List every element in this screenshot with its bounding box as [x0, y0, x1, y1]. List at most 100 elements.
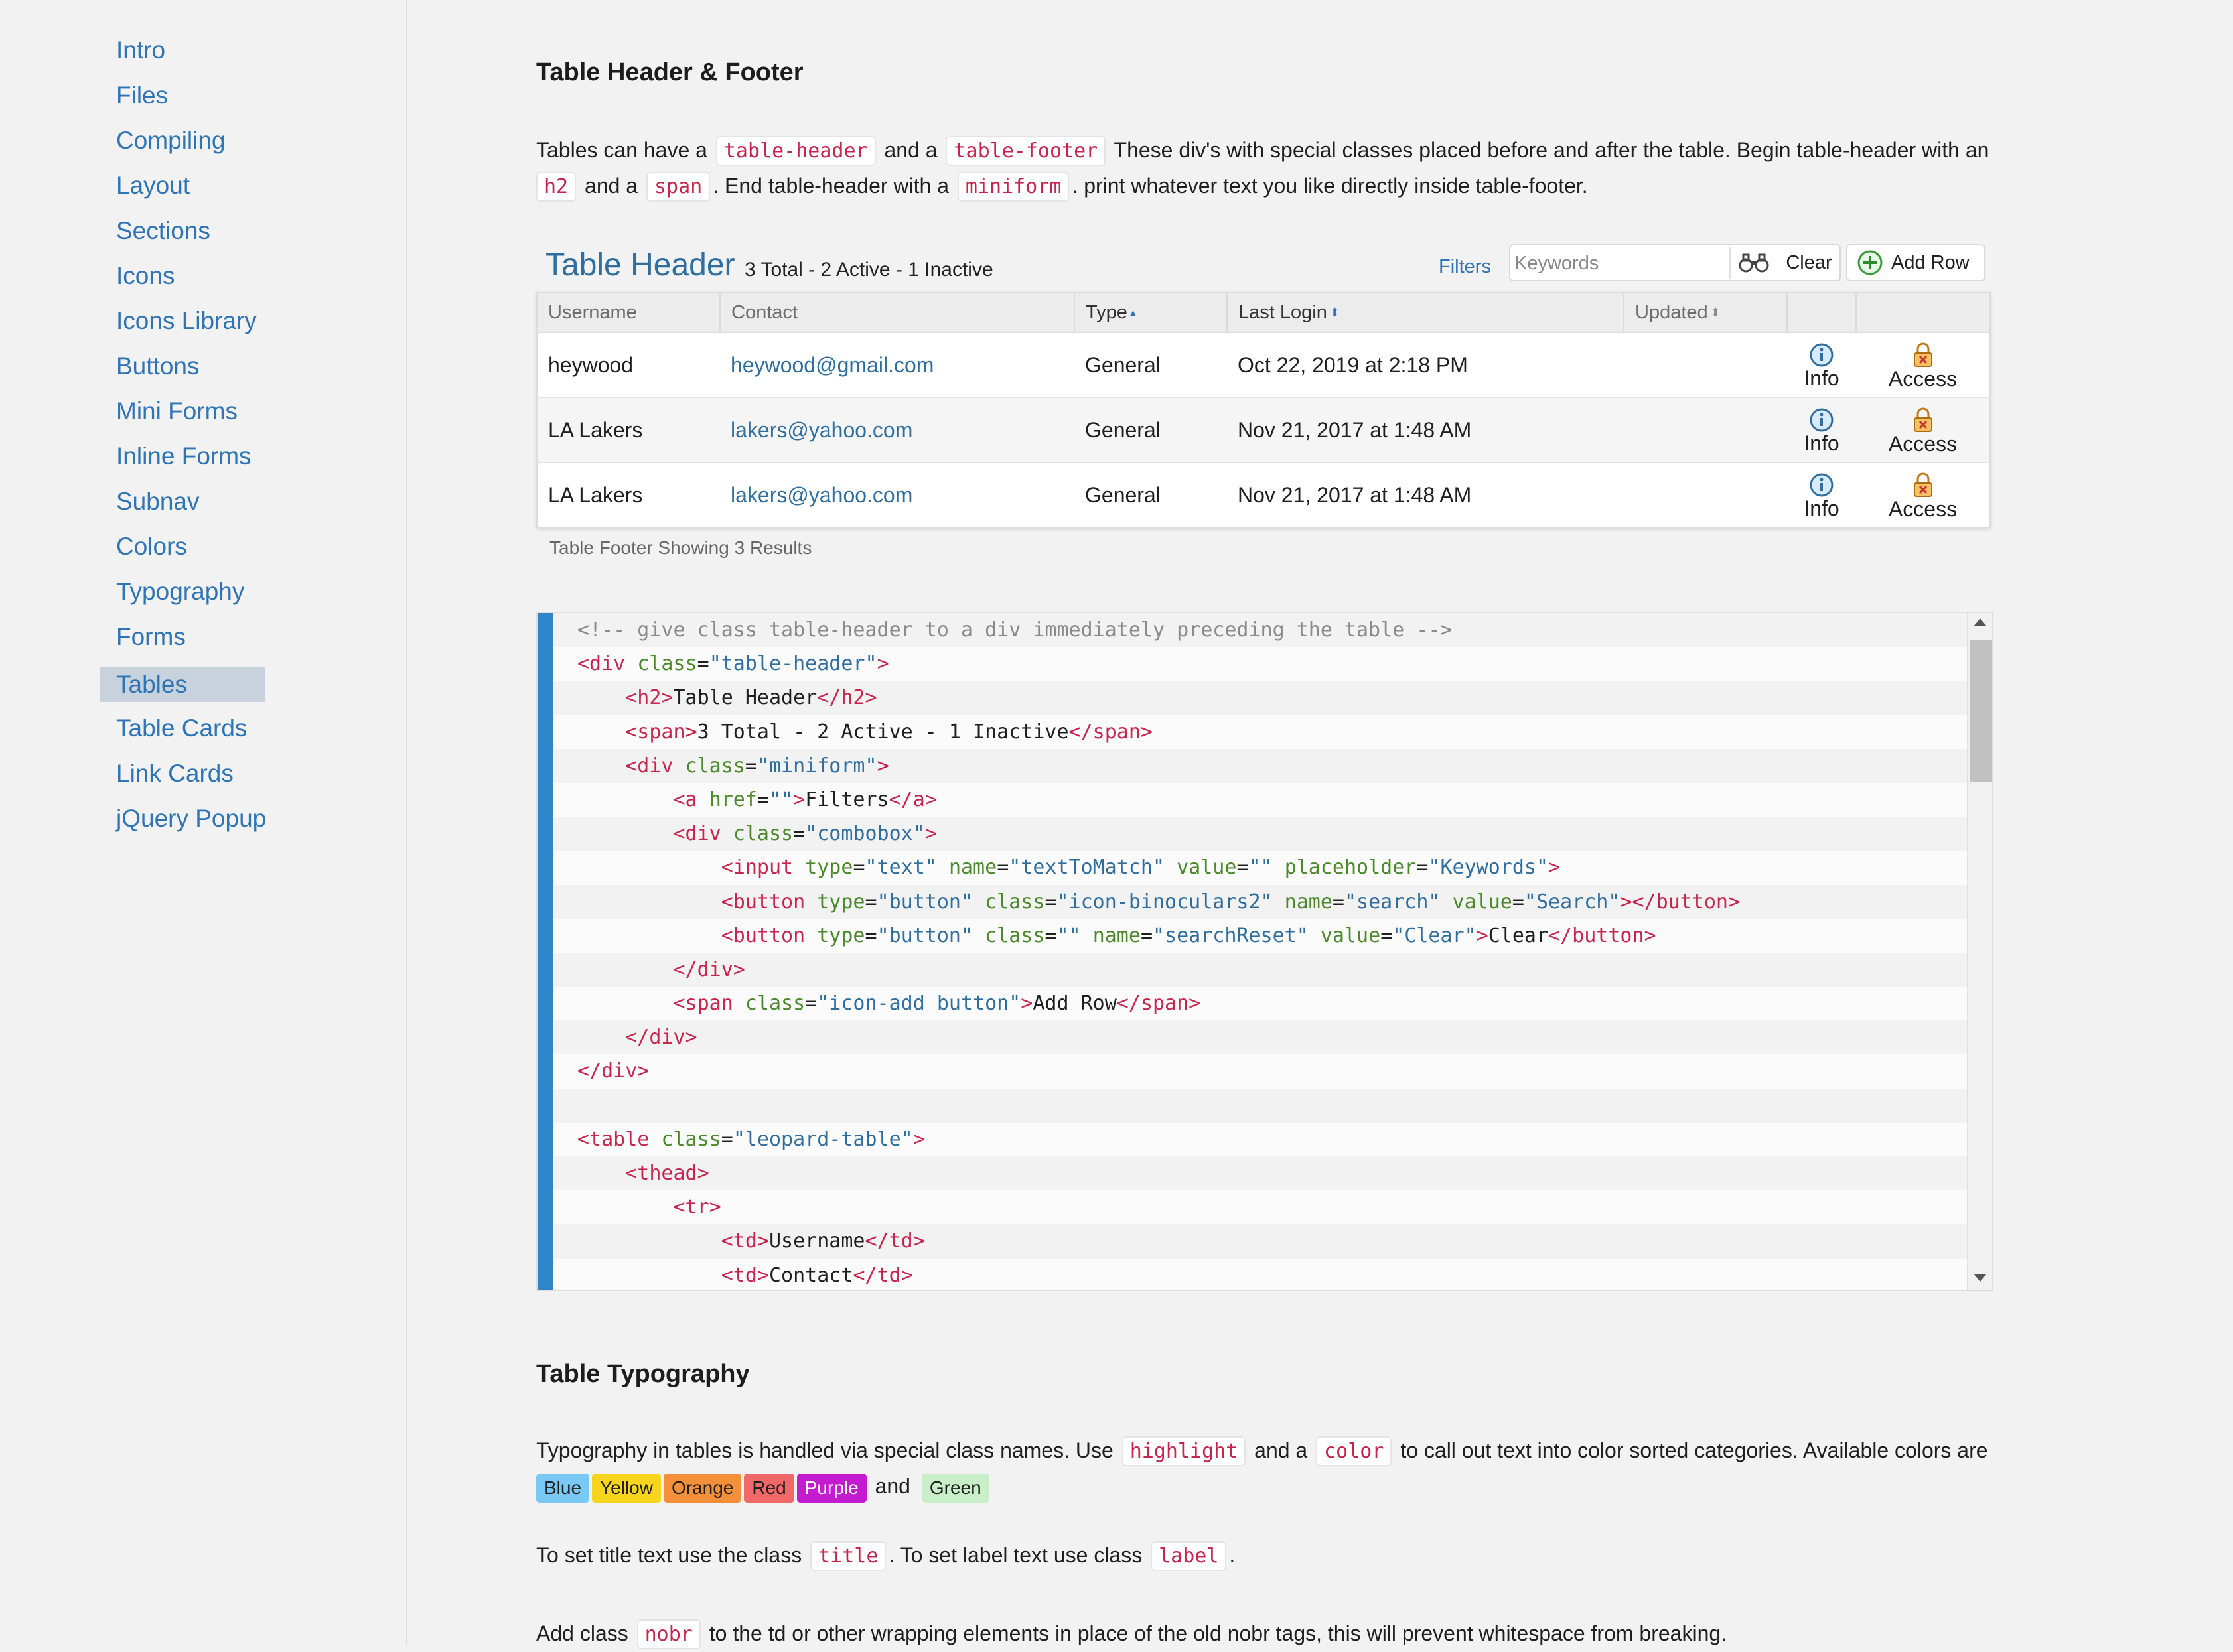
code-line: <button type="button" class="" name="sea…: [553, 919, 1971, 953]
add-icon: [1857, 249, 1883, 276]
section-heading-table-typography: Table Typography: [536, 1360, 750, 1389]
sidebar-item-compiling[interactable]: Compiling: [100, 123, 242, 158]
col-header-access: [1856, 293, 1990, 332]
contact-link[interactable]: lakers@yahoo.com: [731, 483, 912, 507]
info-action[interactable]: Info: [1787, 397, 1856, 462]
add-row-label: Add Row: [1891, 252, 1970, 274]
table-row: LA Lakers lakers@yahoo.com General Nov 2…: [537, 397, 1990, 462]
text: .: [1229, 1543, 1235, 1567]
code-line: <td>Username</td>: [553, 1224, 1971, 1258]
sidebar-item-jquery-popup[interactable]: jQuery Popup: [100, 801, 283, 836]
color-tag-purple: Purple: [797, 1474, 867, 1503]
sidebar-item-link-cards[interactable]: Link Cards: [100, 756, 250, 791]
cell-type: General: [1074, 332, 1227, 397]
clear-button[interactable]: Clear: [1778, 245, 1839, 280]
code-line: </div>: [553, 1054, 1971, 1088]
sidebar-item-table-cards[interactable]: Table Cards: [100, 711, 263, 746]
contact-link[interactable]: lakers@yahoo.com: [731, 418, 912, 442]
access-label: Access: [1889, 497, 1957, 521]
info-label: Info: [1804, 431, 1839, 455]
filters-link[interactable]: Filters: [1439, 256, 1491, 278]
code-line: <tr>: [553, 1190, 1971, 1224]
text: and a: [585, 174, 638, 198]
section-heading-table-header-footer: Table Header & Footer: [536, 58, 804, 87]
nobr-paragraph: Add class nobr to the td or other wrappi…: [536, 1616, 1996, 1652]
lock-icon: [1910, 342, 1936, 368]
col-header-type[interactable]: Type▴: [1074, 293, 1227, 332]
sidebar-item-mini-forms[interactable]: Mini Forms: [100, 394, 254, 429]
sort-icon: ▴: [1130, 306, 1136, 319]
code-line: <td>Contact</td>: [553, 1259, 1971, 1291]
text: . End table-header with a: [713, 174, 949, 198]
sidebar-item-inline-forms[interactable]: Inline Forms: [100, 439, 268, 474]
cell-last-login: Oct 22, 2019 at 2:18 PM: [1227, 332, 1624, 397]
text: and a: [884, 138, 937, 162]
table-header-count: 3 Total - 2 Active - 1 Inactive: [745, 259, 993, 281]
code-example[interactable]: <!-- give class table-header to a div im…: [536, 612, 1993, 1291]
text: Typography in tables is handled via spec…: [536, 1438, 1114, 1462]
code-span: span: [646, 172, 710, 202]
access-action[interactable]: Access: [1856, 462, 1990, 527]
text: to call out text into color sorted categ…: [1400, 1438, 1987, 1462]
code-h2: h2: [536, 172, 576, 202]
text: to the td or other wrapping elements in …: [709, 1621, 1727, 1645]
scroll-up-arrow-icon[interactable]: [1974, 618, 1987, 626]
code-table-header: table-header: [716, 136, 876, 166]
code-line: <thead>: [553, 1156, 1971, 1190]
scrollbar-thumb[interactable]: [1970, 640, 1992, 782]
color-tag-red: Red: [744, 1474, 794, 1503]
text: . print whatever text you like directly …: [1072, 174, 1587, 198]
info-action[interactable]: Info: [1787, 332, 1856, 397]
access-action[interactable]: Access: [1856, 397, 1990, 462]
table-row: heywood heywood@gmail.com General Oct 22…: [537, 332, 1990, 397]
text: Add class: [536, 1621, 628, 1645]
info-label: Info: [1804, 496, 1839, 520]
sidebar-item-forms[interactable]: Forms: [100, 620, 202, 654]
access-action[interactable]: Access: [1856, 332, 1990, 397]
cell-username: LA Lakers: [537, 397, 720, 462]
code-highlight: highlight: [1122, 1436, 1246, 1466]
keywords-input[interactable]: [1513, 248, 1728, 279]
table-header-title: Table Header: [545, 247, 735, 283]
info-action[interactable]: Info: [1787, 462, 1856, 527]
search-combobox: Clear: [1509, 244, 1841, 281]
code-label: label: [1151, 1541, 1226, 1571]
cell-updated: [1624, 332, 1787, 397]
scroll-down-arrow-icon[interactable]: [1974, 1274, 1987, 1282]
contact-link[interactable]: heywood@gmail.com: [731, 353, 934, 377]
color-tag-blue: Blue: [536, 1474, 589, 1503]
sidebar-item-layout[interactable]: Layout: [100, 169, 206, 203]
code-line: <div class="table-header">: [553, 647, 1971, 681]
col-header-updated[interactable]: Updated⬍: [1624, 293, 1787, 332]
sidebar-item-typography[interactable]: Typography: [100, 575, 261, 609]
info-icon: [1809, 407, 1834, 433]
sidebar-item-files[interactable]: Files: [100, 78, 184, 113]
code-miniform: miniform: [958, 172, 1070, 202]
code-line: <!-- give class table-header to a div im…: [553, 613, 1971, 647]
col-header-last-login[interactable]: Last Login⬍: [1227, 293, 1624, 332]
binoculars-icon: [1739, 253, 1769, 273]
code-line: <h2>Table Header</h2>: [553, 681, 1971, 715]
cell-contact: lakers@yahoo.com: [720, 462, 1074, 527]
text: To set title text use the class: [536, 1543, 802, 1567]
code-scrollbar[interactable]: [1967, 613, 1992, 1291]
sidebar-item-icons-library[interactable]: Icons Library: [100, 304, 273, 338]
code-line: <a href="">Filters</a>: [553, 783, 1971, 817]
sidebar-item-buttons[interactable]: Buttons: [100, 349, 216, 383]
section-intro-paragraph: Tables can have a table-header and a tab…: [536, 133, 1996, 204]
sidebar-item-icons[interactable]: Icons: [100, 259, 191, 293]
search-button[interactable]: [1729, 247, 1777, 279]
code-line: <input type="text" name="textToMatch" va…: [553, 851, 1971, 884]
lock-icon: [1910, 407, 1936, 433]
sidebar-item-colors[interactable]: Colors: [100, 529, 204, 564]
code-title: title: [810, 1541, 886, 1571]
sidebar-item-subnav[interactable]: Subnav: [100, 484, 216, 519]
code-table-footer: table-footer: [946, 136, 1106, 166]
code-nobr: nobr: [637, 1619, 701, 1649]
add-row-button[interactable]: Add Row: [1846, 244, 1985, 281]
sidebar-item-sections[interactable]: Sections: [100, 214, 227, 248]
color-tags: BlueYellowOrangeRedPurple: [536, 1474, 869, 1498]
cell-type: General: [1074, 462, 1227, 527]
sidebar-item-intro[interactable]: Intro: [100, 33, 182, 68]
sidebar-item-tables[interactable]: Tables: [100, 667, 265, 702]
